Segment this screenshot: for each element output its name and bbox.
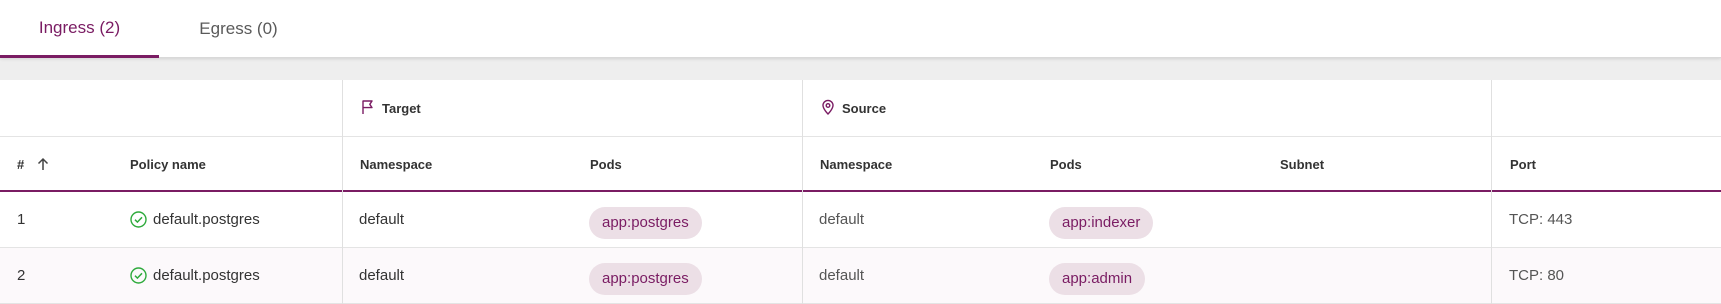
- pod-label-chip[interactable]: app:admin: [1049, 262, 1146, 295]
- row-2-target-pods-cell: app:postgres: [589, 251, 702, 304]
- row-2-source-namespace: default: [819, 267, 865, 284]
- check-circle-icon: [130, 211, 147, 228]
- pod-label-chip[interactable]: app:postgres: [589, 206, 702, 239]
- column-header-target-namespace[interactable]: Namespace: [360, 137, 432, 191]
- column-header-policy-name[interactable]: Policy name: [130, 137, 206, 191]
- group-header-source: Source: [820, 80, 886, 136]
- column-divider: [802, 80, 803, 304]
- pod-label-chip[interactable]: app:indexer: [1049, 206, 1154, 239]
- row-2-source-pods-cell: app:admin: [1049, 251, 1146, 304]
- separator-band: [0, 58, 1721, 80]
- group-label-target: Target: [382, 100, 421, 116]
- row-1-source-namespace: default: [819, 211, 865, 228]
- row-1-target-namespace: default: [359, 211, 405, 228]
- column-header-target-pods[interactable]: Pods: [590, 137, 622, 191]
- row-1-port: TCP: 443: [1509, 211, 1573, 228]
- row-1-index: 1: [17, 211, 26, 228]
- row-2-policy-name: default.postgres: [153, 267, 260, 284]
- tab-ingress[interactable]: Ingress (2): [0, 0, 159, 58]
- check-circle-icon: [130, 267, 147, 284]
- row-2-port: TCP: 80: [1509, 267, 1565, 284]
- group-header-target: Target: [360, 80, 421, 136]
- column-divider: [1491, 80, 1492, 304]
- column-header-subnet[interactable]: Subnet: [1280, 137, 1324, 191]
- tab-bar: Ingress (2) Egress (0): [0, 0, 1721, 58]
- row-1-policy-name: default.postgres: [153, 211, 260, 228]
- table-row-1-policy[interactable]: default.postgres: [130, 192, 260, 247]
- flag-icon: [360, 99, 376, 118]
- column-header-index-label: #: [17, 156, 25, 172]
- row-1-source-pods-cell: app:indexer: [1049, 195, 1154, 250]
- tab-egress[interactable]: Egress (0): [159, 0, 318, 58]
- group-label-source: Source: [842, 100, 887, 116]
- network-policy-table: Target Source # Policy name Namespace Po…: [0, 80, 1721, 304]
- column-divider: [342, 80, 343, 304]
- column-header-source-pods[interactable]: Pods: [1050, 137, 1082, 191]
- row-1-target-pods-cell: app:postgres: [589, 195, 702, 250]
- arrow-up-icon[interactable]: [36, 157, 50, 171]
- row-2-target-namespace: default: [359, 267, 405, 284]
- location-pin-icon: [820, 99, 836, 118]
- column-header-index[interactable]: #: [17, 137, 50, 191]
- column-header-source-namespace[interactable]: Namespace: [820, 137, 892, 191]
- row-2-index: 2: [17, 267, 26, 284]
- column-header-port[interactable]: Port: [1510, 137, 1536, 191]
- pod-label-chip[interactable]: app:postgres: [589, 262, 702, 295]
- table-row-2-policy[interactable]: default.postgres: [130, 248, 260, 303]
